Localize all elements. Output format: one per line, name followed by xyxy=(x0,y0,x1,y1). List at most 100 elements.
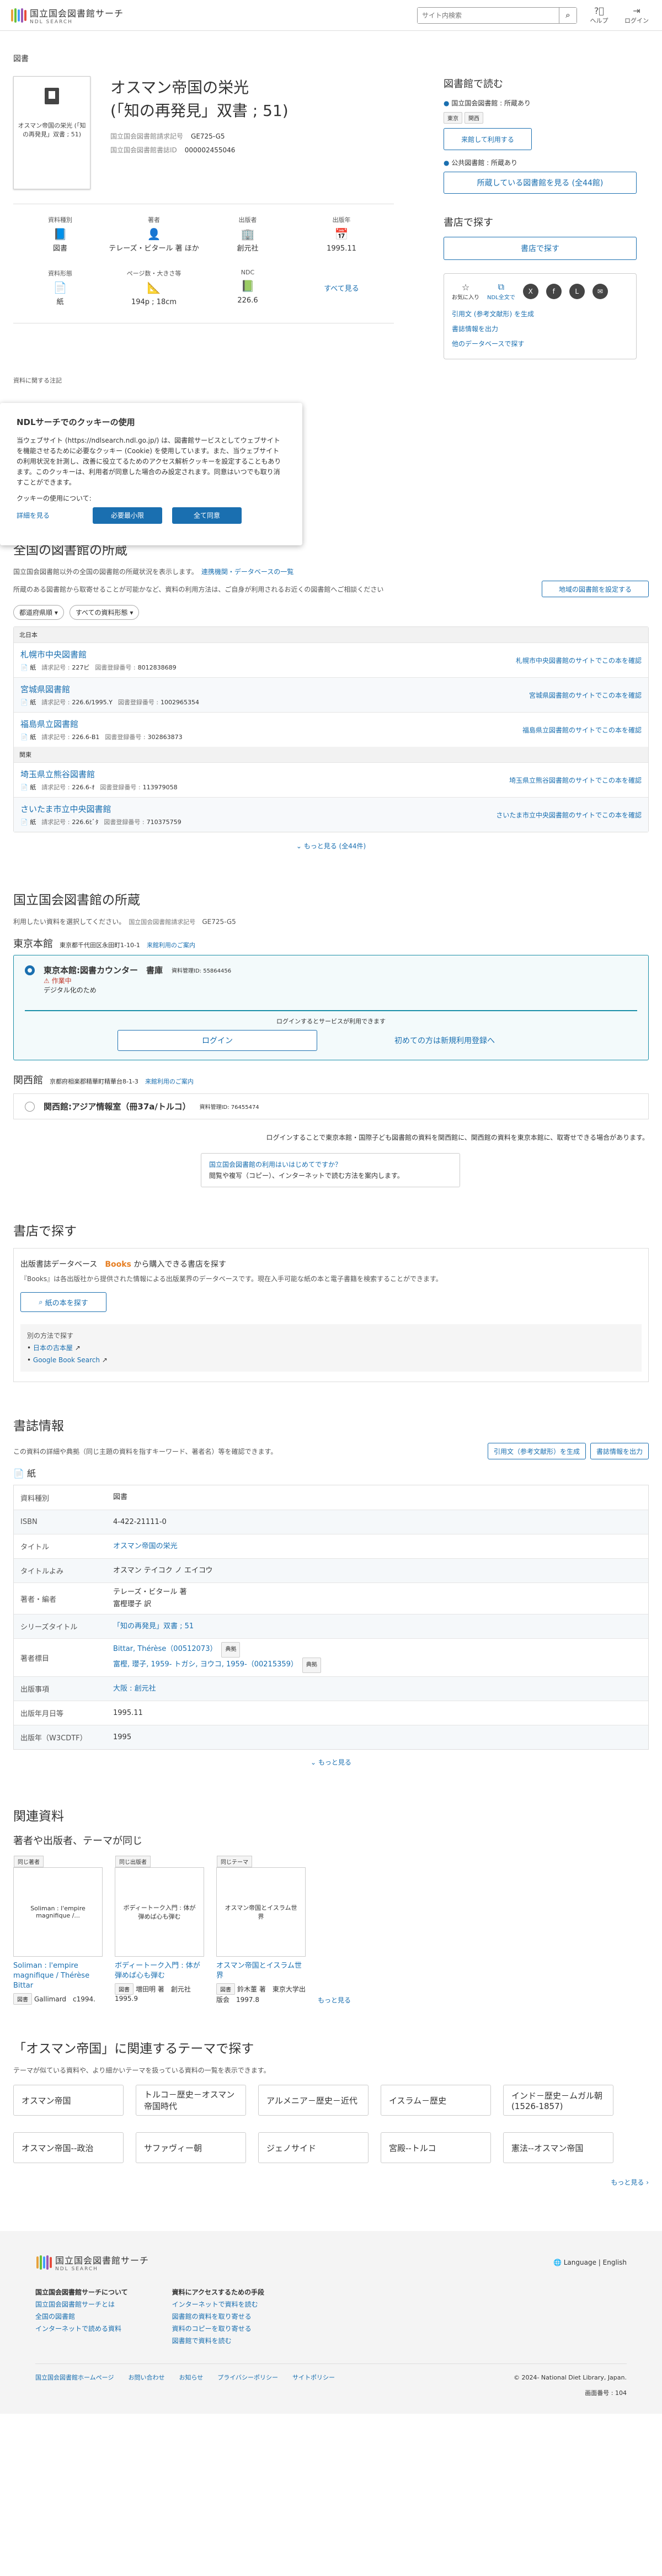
mail-share-icon[interactable]: ✉ xyxy=(592,283,608,299)
library-name[interactable]: 札幌市中央図書館 xyxy=(20,649,177,660)
related-heading: 関連資料 xyxy=(13,1809,64,1824)
related-title[interactable]: オスマン帝国とイスラム世界 xyxy=(216,1961,306,1981)
library-site-link[interactable]: さいたま市立中央図書館のサイトでこの本を確認 xyxy=(496,810,642,820)
radio-selected-icon[interactable] xyxy=(25,965,35,975)
footer-logo[interactable]: 国立国会図書館サーチ NDL SEARCH xyxy=(35,2253,149,2272)
footer-link[interactable]: 図書館で資料を読む xyxy=(172,2337,232,2345)
libraries-more-link[interactable]: ⌄ もっと見る (全44件) xyxy=(13,841,649,851)
related-card[interactable]: 同じテーマ オスマン帝国とイスラム世界 オスマン帝国とイスラム世界 図書 鈴木董 著 東… xyxy=(216,1856,306,2005)
bib-more-link[interactable]: ⌄ もっと見る xyxy=(13,1757,649,1767)
cookie-detail-link[interactable]: 詳細を見る xyxy=(17,507,83,524)
library-site-link[interactable]: 宮城県図書館のサイトでこの本を確認 xyxy=(529,691,642,700)
paper-book-button[interactable]: ⌕ 紙の本を探す xyxy=(20,1292,106,1312)
footer-bottom-link[interactable]: 国立国会図書館ホームページ xyxy=(35,2373,114,2382)
theme-card[interactable]: インド－歴史－ムガル朝 (1526-1857) xyxy=(503,2085,613,2116)
bib-export-button[interactable]: 書誌情報を出力 xyxy=(590,1443,649,1459)
line-share-icon[interactable]: L xyxy=(569,283,585,299)
partner-list-link[interactable]: 連携機関・データベースの一覧 xyxy=(201,568,293,576)
region-header: 関東 xyxy=(14,747,648,762)
see-all-link[interactable]: すべて見る xyxy=(295,269,388,307)
library-name[interactable]: さいたま市立中央図書館 xyxy=(20,803,181,815)
search-bookstore-button[interactable]: 書店で探す xyxy=(444,237,637,260)
login-button[interactable]: ⇥ ログイン xyxy=(621,6,652,25)
bib-value-2[interactable]: 富樫, 瓔子, 1959- トガシ, ヨウコ, 1959-（00215359） xyxy=(113,1660,298,1669)
tokyo-guide-link[interactable]: 来館利用のご案内 xyxy=(147,941,195,949)
share-link-2[interactable]: 他のデータベースで探す xyxy=(452,336,628,351)
share-link-0[interactable]: 引用文 (参考文献形) を生成 xyxy=(452,306,628,321)
kansai-counter-card[interactable]: 関西館:アジア情報室（冊37a/トルコ） 資料管理ID: 76455474 xyxy=(13,1093,649,1119)
authority-badge[interactable]: 典拠 xyxy=(221,1642,241,1658)
facebook-share-icon[interactable]: f xyxy=(546,283,562,299)
register-link[interactable]: 初めての方は新規利用登録へ xyxy=(345,1030,544,1051)
tokyo-counter-card[interactable]: 東京本館:図書カウンター 書庫 資料管理ID: 55864456 ⚠ 作業中 デ… xyxy=(13,955,649,1060)
theme-card[interactable]: イスラム－歴史 xyxy=(381,2085,491,2116)
bib-cite-button[interactable]: 引用文（参考文献形）を生成 xyxy=(487,1443,586,1459)
pub-db-label: 出版書誌データベース xyxy=(20,1260,98,1269)
footer-link[interactable]: インターネットで読める資料 xyxy=(35,2325,121,2333)
format-select[interactable]: すべての資料形態 ▾ xyxy=(69,605,140,620)
theme-card[interactable]: 宮殿--トルコ xyxy=(381,2132,491,2163)
bib-value[interactable]: オスマン帝国の栄光 xyxy=(113,1542,178,1550)
paper-icon: 📄 xyxy=(20,664,30,671)
kosho-link[interactable]: 日本の古本屋 xyxy=(33,1344,73,1352)
favorite-button[interactable]: ☆ お気に入り xyxy=(452,282,479,301)
ndl-fulltext-button[interactable]: ⧉ NDL全文で xyxy=(487,281,515,301)
cookie-accept-all-button[interactable]: 全て同意 xyxy=(172,507,242,524)
footer-link[interactable]: 図書館の資料を取り寄せる xyxy=(172,2313,252,2320)
theme-card[interactable]: 憲法--オスマン帝国 xyxy=(503,2132,613,2163)
related-more-link[interactable]: もっと見る xyxy=(318,1995,351,2005)
library-site-link[interactable]: 埼玉県立熊谷図書館のサイトでこの本を確認 xyxy=(509,776,642,785)
theme-card[interactable]: サファヴィー朝 xyxy=(136,2132,246,2163)
google-books-link[interactable]: Google Book Search xyxy=(33,1356,100,1364)
theme-card[interactable]: トルコ－歴史－オスマン帝国時代 xyxy=(136,2085,246,2116)
site-search-input[interactable] xyxy=(418,7,559,23)
related-thumbnail: 同じ出版者 ボディートーク入門 : 体が弾めば心も弾む xyxy=(115,1856,204,1957)
set-region-button[interactable]: 地域の図書館を設定する xyxy=(542,581,649,597)
library-name[interactable]: 福島県立図書館 xyxy=(20,718,183,730)
visit-use-button[interactable]: 来館して利用する xyxy=(444,128,532,150)
site-logo[interactable]: 国立国会図書館サーチ NDL SEARCH xyxy=(10,6,124,25)
themes-more-link[interactable]: もっと見る › xyxy=(13,2177,649,2187)
footer-link[interactable]: 資料のコピーを取り寄せる xyxy=(172,2325,252,2333)
footer-bottom-link[interactable]: サイトポリシー xyxy=(292,2373,335,2382)
related-title[interactable]: ボディートーク入門 : 体が弾めば心も弾む xyxy=(115,1961,204,1981)
language-switch[interactable]: 🌐 Language | English xyxy=(553,2259,627,2266)
theme-card[interactable]: オスマン帝国--政治 xyxy=(13,2132,124,2163)
related-card[interactable]: 同じ著者 Soliman : l'empire magnifique /... So… xyxy=(13,1856,103,2005)
bib-value[interactable]: 「知の再発見」双書 ; 51 xyxy=(113,1622,194,1630)
bib-row: 資料種別 図書 xyxy=(14,1485,648,1510)
library-name[interactable]: 宮城県図書館 xyxy=(20,683,199,695)
library-call-label: 請求記号 : xyxy=(41,734,70,741)
cookie-minimum-button[interactable]: 必要最小限 xyxy=(93,507,162,524)
related-card[interactable]: 同じ出版者 ボディートーク入門 : 体が弾めば心も弾むボディートーク入門 : 体が… xyxy=(115,1856,204,2005)
library-site-link[interactable]: 福島県立図書館のサイトでこの本を確認 xyxy=(522,725,642,735)
bib-value-cell: テレーズ・ビタール 著富樫瓔子 訳 xyxy=(113,1583,648,1614)
footer-bottom-link[interactable]: プライバシーポリシー xyxy=(217,2373,278,2382)
footer-bottom-link[interactable]: お問い合わせ xyxy=(128,2373,164,2382)
related-title[interactable]: Soliman : l'empire magnifique / Thérèse … xyxy=(13,1961,103,1991)
footer-link[interactable]: 全国の図書館 xyxy=(35,2313,75,2320)
radio-icon[interactable] xyxy=(25,1101,35,1112)
libraries-more-label: もっと見る (全44件) xyxy=(303,842,366,850)
sort-select[interactable]: 都道府県順 ▾ xyxy=(13,605,64,620)
holdings-login-button[interactable]: ログイン xyxy=(118,1030,317,1051)
share-link-1[interactable]: 書誌情報を出力 xyxy=(452,321,628,336)
theme-card[interactable]: オスマン帝国 xyxy=(13,2085,124,2116)
library-name[interactable]: 埼玉県立熊谷図書館 xyxy=(20,768,178,780)
bib-value[interactable]: Bittar, Thérèse（00512073） xyxy=(113,1645,217,1653)
bib-value: 1995.11 xyxy=(113,1708,143,1717)
search-icon[interactable]: ⌕ xyxy=(559,7,576,23)
kansai-guide-link[interactable]: 来館利用のご案内 xyxy=(145,1077,194,1086)
theme-card[interactable]: ジェノサイド xyxy=(258,2132,369,2163)
view-libraries-button[interactable]: 所蔵している図書館を見る (全44館) xyxy=(444,172,637,194)
footer-link[interactable]: インターネットで資料を読む xyxy=(172,2301,258,2308)
footer-bottom-link[interactable]: お知らせ xyxy=(179,2373,203,2382)
library-site-link[interactable]: 札幌市中央図書館のサイトでこの本を確認 xyxy=(516,656,642,665)
first-time-banner[interactable]: 国立国会図書館の利用はいはじめてですか？ 閲覧や複写（コピー）、インターネットで… xyxy=(201,1153,460,1187)
authority-badge[interactable]: 典拠 xyxy=(302,1658,321,1673)
theme-card[interactable]: アルメニア－歴史－近代 xyxy=(258,2085,369,2116)
footer-link[interactable]: 国立国会図書館サーチとは xyxy=(35,2301,115,2308)
bib-value[interactable]: 大阪 : 創元社 xyxy=(113,1685,156,1693)
help-button[interactable]: ?⃝ ヘルプ xyxy=(584,6,615,25)
x-share-icon[interactable]: X xyxy=(522,283,538,299)
